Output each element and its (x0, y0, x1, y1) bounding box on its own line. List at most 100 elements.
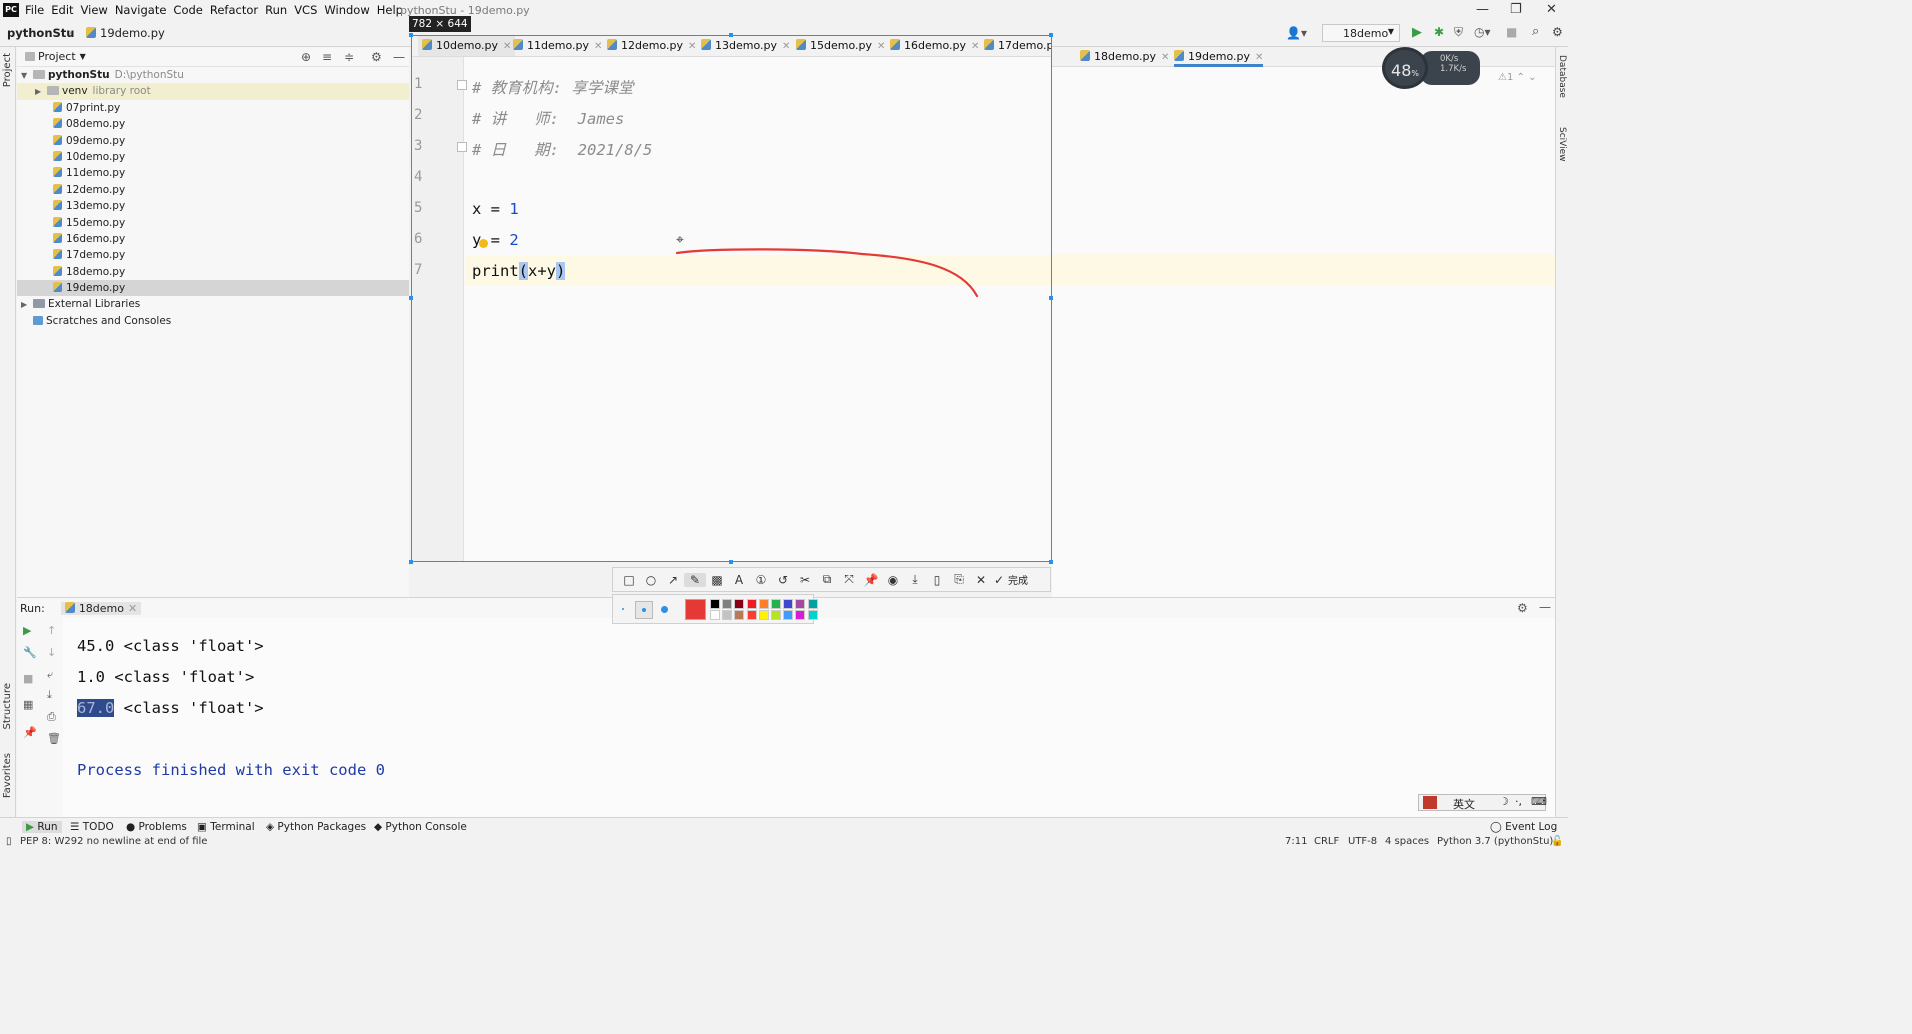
toolwin-run[interactable]: ▶ Run (22, 821, 62, 833)
run-tab[interactable]: 18demo ✕ (60, 601, 142, 615)
tree-file[interactable]: 09demo.py (17, 133, 409, 149)
menu-run[interactable]: Run (265, 3, 293, 17)
console-output[interactable]: 45.0 <class 'float'> 1.0 <class 'float'>… (63, 618, 1555, 818)
collapse-arrow-icon[interactable]: ▶ (35, 84, 47, 100)
ime-toolbar[interactable]: 英文 ☽ ·, ⌨ (1418, 794, 1547, 812)
toolwin-python-packages[interactable]: ◈ Python Packages (266, 821, 366, 833)
ellipse-tool-icon[interactable]: ○ (640, 573, 662, 587)
resize-handle[interactable] (1049, 560, 1053, 564)
profile-icon[interactable]: ◷▾ (1474, 25, 1491, 39)
tree-file[interactable]: 11demo.py (17, 165, 409, 181)
tree-scratches[interactable]: Scratches and Consoles (17, 313, 409, 329)
breadcrumb-file[interactable]: 19demo.py (86, 26, 165, 40)
tree-file[interactable]: 10demo.py (17, 149, 409, 165)
ime-language[interactable]: 英文 (1453, 796, 1475, 812)
arrow-tool-icon[interactable]: ↗ (662, 573, 684, 587)
resize-handle[interactable] (1049, 296, 1053, 300)
tab-19demo[interactable]: 19demo.py ✕ (1174, 47, 1264, 67)
close-tab-icon[interactable]: ✕ (1255, 52, 1263, 63)
stripe-database[interactable]: Database (1557, 55, 1567, 98)
scroll-end-icon[interactable]: ⤓ (47, 688, 52, 702)
resize-handle[interactable] (729, 560, 733, 564)
color-swatch[interactable] (795, 610, 806, 620)
menu-code[interactable]: Code (173, 3, 208, 17)
resize-handle[interactable] (409, 296, 413, 300)
run-config-selector[interactable]: 18demo ▼ (1322, 24, 1400, 42)
expand-arrow-icon[interactable]: ▼ (21, 68, 33, 84)
run-settings-icon[interactable]: ⚙ (1517, 601, 1528, 615)
caret-position[interactable]: 7:11 (1285, 836, 1307, 847)
done-button[interactable]: 完成 (1008, 572, 1028, 587)
tree-item-venv[interactable]: ▶ venv library root (17, 83, 409, 100)
down-arrow-icon[interactable]: ↓ (47, 646, 56, 659)
menu-vcs[interactable]: VCS (294, 3, 323, 17)
tree-file[interactable]: 15demo.py (17, 215, 409, 231)
debug-icon[interactable]: ✱ (1434, 25, 1444, 39)
text-tool-icon[interactable]: A (728, 573, 750, 587)
cut-icon[interactable]: ✂ (794, 573, 816, 587)
color-swatch[interactable] (783, 610, 794, 620)
lock-icon[interactable]: 🔓 (1551, 836, 1563, 847)
user-icon[interactable]: 👤▾ (1286, 26, 1307, 40)
stripe-sciview[interactable]: SciView (1557, 127, 1567, 162)
pin-to-screen-icon[interactable]: 📌 (860, 573, 882, 587)
minimize-icon[interactable]: — (1476, 2, 1489, 17)
menu-refactor[interactable]: Refactor (210, 3, 264, 17)
record-icon[interactable]: ◉ (882, 573, 904, 587)
soft-wrap-icon[interactable]: ⤶ (47, 668, 53, 682)
print-icon[interactable]: ⎙ (47, 710, 56, 724)
close-tab-icon[interactable]: ✕ (128, 602, 137, 615)
bookmark-icon[interactable]: ⎘ (948, 572, 970, 587)
stripe-structure[interactable]: Structure (2, 683, 13, 730)
color-swatch[interactable] (807, 599, 818, 609)
menu-view[interactable]: View (81, 3, 114, 17)
menu-navigate[interactable]: Navigate (115, 3, 173, 17)
save-icon[interactable]: ⤓ (904, 572, 926, 587)
expand-all-icon[interactable]: ≡ (322, 50, 332, 64)
scroll-capture-icon[interactable]: ⤧ (838, 572, 860, 587)
event-log-button[interactable]: ◯ Event Log (1490, 821, 1557, 833)
mosaic-tool-icon[interactable]: ▩ (706, 573, 728, 587)
search-everywhere-icon[interactable]: ⌕ (1532, 24, 1539, 39)
color-swatch[interactable] (807, 610, 818, 620)
tree-file[interactable]: 07print.py (17, 100, 409, 116)
coverage-icon[interactable]: ⛨ (1454, 25, 1463, 40)
stripe-project[interactable]: Project (2, 53, 13, 87)
trash-icon[interactable]: 🗑 (47, 732, 61, 745)
tree-file[interactable]: 13demo.py (17, 198, 409, 214)
toolwin-terminal[interactable]: ▣ Terminal (197, 821, 255, 833)
settings-gear-icon[interactable]: ⚙ (1552, 25, 1563, 39)
undo-icon[interactable]: ↺ (772, 573, 794, 587)
breadcrumb-project[interactable]: pythonStu (7, 26, 74, 40)
close-window-icon[interactable]: ✕ (1546, 2, 1557, 17)
stop-icon[interactable]: ■ (1506, 25, 1517, 39)
color-swatch[interactable] (758, 610, 769, 620)
color-swatch[interactable] (722, 610, 733, 620)
color-swatch[interactable] (746, 610, 757, 620)
screenshot-selection[interactable]: 10demo.py ✕ 11demo.py ✕ 12demo.py ✕ 13demo.… (411, 35, 1052, 562)
resize-handle[interactable] (409, 33, 413, 37)
moon-icon[interactable]: ☽ (1499, 795, 1509, 808)
resize-handle[interactable] (729, 33, 733, 37)
color-swatch[interactable] (771, 610, 781, 620)
ocr-icon[interactable]: ⧉ (816, 572, 838, 587)
color-swatch[interactable] (771, 599, 781, 609)
color-swatch[interactable] (734, 610, 745, 620)
color-swatch[interactable] (734, 599, 745, 609)
check-icon[interactable]: ✓ (992, 573, 1006, 587)
up-arrow-icon[interactable]: ↑ (47, 624, 56, 637)
phone-icon[interactable]: ▯ (926, 573, 948, 587)
indent-setting[interactable]: 4 spaces (1385, 836, 1429, 847)
keyboard-icon[interactable]: ⌨ (1531, 795, 1547, 808)
hide-run-panel-icon[interactable]: — (1539, 600, 1551, 614)
color-swatch[interactable] (758, 599, 769, 609)
cancel-capture-icon[interactable]: ✕ (970, 573, 992, 587)
toolwin-python-console[interactable]: ◆ Python Console (374, 821, 467, 833)
line-separator[interactable]: CRLF (1314, 836, 1339, 847)
hide-panel-icon[interactable]: — (393, 50, 405, 64)
menu-file[interactable]: File (25, 3, 50, 17)
tab-18demo[interactable]: 18demo.py ✕ (1080, 47, 1169, 67)
size-large-icon[interactable] (661, 606, 668, 613)
close-tab-icon[interactable]: ✕ (1161, 52, 1169, 63)
tree-file[interactable]: 16demo.py (17, 231, 409, 247)
